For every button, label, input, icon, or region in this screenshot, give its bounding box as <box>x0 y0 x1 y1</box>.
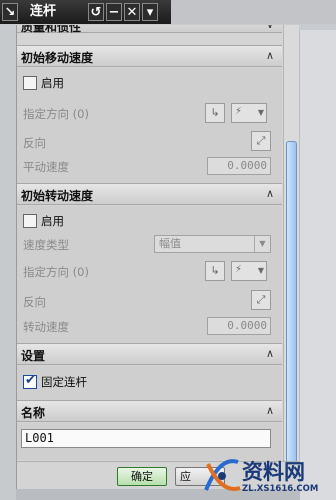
section-header-initial-rotate[interactable]: 初始转动速度 ∧ <box>17 183 282 205</box>
reverse-label-rotate: 反向 <box>23 295 46 309</box>
direction-label-rotate: 指定方向 (0) <box>23 265 89 279</box>
translation-speed-field[interactable]: 0.0000 <box>207 157 271 175</box>
rotation-speed-field[interactable]: 0.0000 <box>207 317 271 335</box>
reverse-label-move: 反向 <box>23 136 46 150</box>
name-input[interactable]: L001 <box>21 429 271 448</box>
enable-checkbox-move[interactable] <box>23 76 37 90</box>
enable-checkbox-rotate[interactable] <box>23 214 37 228</box>
link-dialog: 质量和惯性 ∨ 初始移动速度 ∧ 启用 指定方向 (0) ↳ ⚡▼ 反向 ⤢ 平… <box>16 25 299 489</box>
section-title-initial-rotate: 初始转动速度 <box>21 189 94 203</box>
enable-label-rotate: 启用 <box>41 214 64 228</box>
vector-dialog-icon[interactable]: ↳ <box>205 103 225 123</box>
vector-type-dropdown[interactable]: ⚡ ▼ <box>231 103 267 123</box>
reset-icon[interactable]: ↺ <box>88 3 104 21</box>
section-header-initial-move[interactable]: 初始移动速度 ∧ <box>17 45 282 67</box>
background-left-strip <box>0 30 16 500</box>
chevron-down-icon: ▼ <box>254 236 270 252</box>
vector-dialog-icon[interactable]: ↳ <box>205 261 225 281</box>
enable-label-move: 启用 <box>41 76 64 90</box>
dropdown-arrow-icon: ▼ <box>257 266 264 275</box>
speed-type-select[interactable]: 幅值 ▼ <box>154 235 271 253</box>
section-body-settings: 固定连杆 <box>17 366 282 400</box>
section-header-mass[interactable]: 质量和惯性 ∨ <box>17 25 282 34</box>
section-title-mass: 质量和惯性 <box>21 25 82 34</box>
dialog-title-bar[interactable]: ↘ 连杆 ↺ − ✕ ▾ <box>0 0 336 24</box>
section-body-initial-rotate: 启用 速度类型 幅值 ▼ 指定方向 (0) ↳ ⚡ ▼ 反向 ⤢ 转动速度 0.00… <box>17 206 282 344</box>
minimize-icon[interactable]: − <box>106 3 122 21</box>
site-watermark: 资料网 ZL.XS1616.COM <box>200 452 336 500</box>
section-title-initial-move: 初始移动速度 <box>21 51 94 65</box>
watermark-text: 资料网 <box>242 460 305 484</box>
section-title-name: 名称 <box>21 406 46 420</box>
lightning-vector-icon: ⚡ <box>235 264 243 275</box>
speed-label-rotate: 转动速度 <box>23 320 69 334</box>
chevron-up-icon[interactable]: ∧ <box>262 346 278 362</box>
dialog-content: 质量和惯性 ∨ 初始移动速度 ∧ 启用 指定方向 (0) ↳ ⚡▼ 反向 ⤢ 平… <box>17 25 282 460</box>
watermark-url: ZL.XS1616.COM <box>242 484 319 494</box>
fix-link-checkbox[interactable] <box>23 373 37 389</box>
close-icon[interactable]: ✕ <box>124 3 140 21</box>
dialog-title: 连杆 <box>29 4 56 19</box>
speed-label-move: 平动速度 <box>23 160 69 174</box>
fix-link-label: 固定连杆 <box>41 375 87 389</box>
background-right-panel <box>300 30 336 500</box>
reverse-direction-icon[interactable]: ⤢ <box>251 131 271 151</box>
vector-type-dropdown[interactable]: ⚡ ▼ <box>231 261 267 281</box>
dropdown-arrow-icon: ▼ <box>257 108 264 117</box>
vertical-scrollbar[interactable] <box>283 25 299 465</box>
section-title-settings: 设置 <box>21 349 46 363</box>
section-header-settings[interactable]: 设置 ∧ <box>17 343 282 365</box>
chevron-up-icon[interactable]: ∧ <box>262 186 278 202</box>
speed-type-label: 速度类型 <box>23 238 69 252</box>
chevron-up-icon[interactable]: ∧ <box>262 48 278 64</box>
chevron-up-icon[interactable]: ∧ <box>262 403 278 419</box>
lightning-vector-icon: ⚡ <box>235 106 243 117</box>
menu-chevron-icon[interactable]: ▾ <box>142 3 158 21</box>
section-body-initial-move: 启用 指定方向 (0) ↳ ⚡ ▼ 反向 ⤢ 平动速度 0.0000 <box>17 68 282 185</box>
section-header-name[interactable]: 名称 ∧ <box>17 400 282 422</box>
scrollbar-thumb[interactable] <box>286 141 297 463</box>
speed-type-value: 幅值 <box>159 237 181 250</box>
reverse-direction-icon[interactable]: ⤢ <box>251 290 271 310</box>
watermark-logo-icon <box>204 459 241 491</box>
chevron-down-icon[interactable]: ∨ <box>262 25 278 33</box>
ok-button[interactable]: 确定 <box>117 467 167 486</box>
title-bar-background-area <box>171 0 336 24</box>
collapse-arrow-icon[interactable]: ↘ <box>2 3 18 21</box>
direction-label-move: 指定方向 (0) <box>23 107 89 121</box>
